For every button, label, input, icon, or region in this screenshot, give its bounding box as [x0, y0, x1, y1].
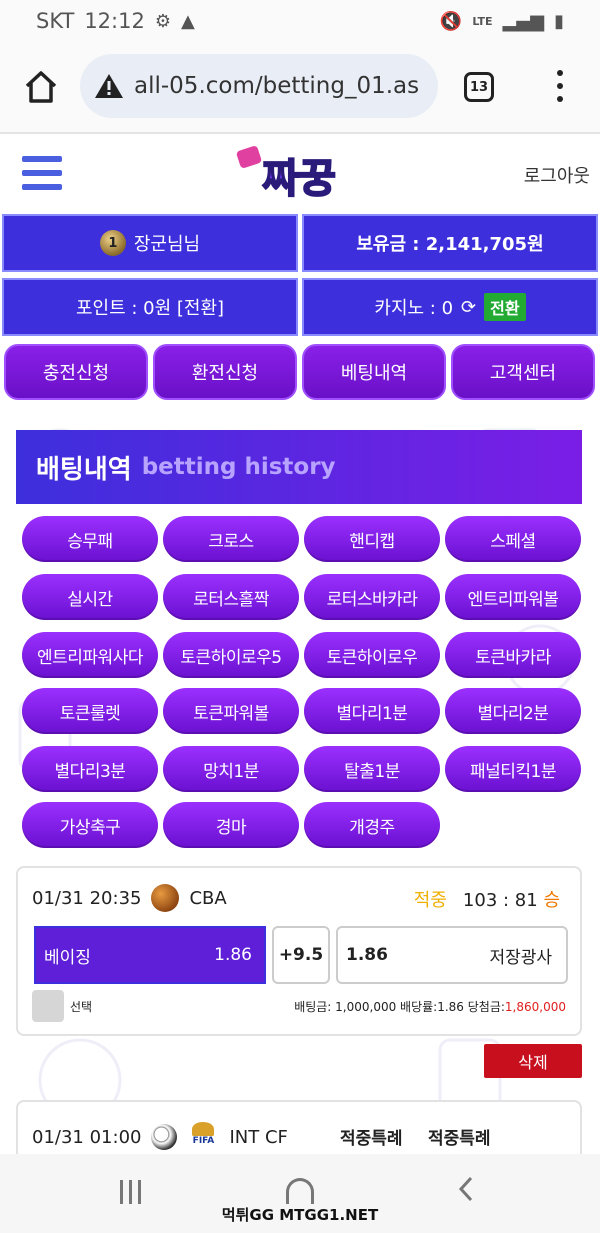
- game-tab-special[interactable]: 스페셜: [445, 516, 581, 562]
- mute-icon: 🔇: [439, 10, 463, 32]
- network-label: LTE: [472, 14, 493, 28]
- betting-history-banner: 배팅내역 betting history: [16, 430, 582, 504]
- recent-apps-icon[interactable]: [120, 1180, 141, 1204]
- casino-convert-button[interactable]: 전환: [484, 293, 526, 321]
- home-nav-icon[interactable]: [286, 1178, 314, 1204]
- bet-datetime: 01/31 20:35: [32, 887, 142, 909]
- bet-card: 01/31 20:35 CBA 적중 103 : 81 승 베이징 1.86 +…: [16, 866, 582, 1036]
- game-tab-lotus-oddeven[interactable]: 로터스홀짝: [163, 574, 299, 620]
- bet-league: INT CF: [229, 1126, 288, 1148]
- banner-subtitle: betting history: [141, 454, 336, 480]
- game-tab-escape-1min[interactable]: 탈출1분: [304, 746, 440, 792]
- game-tab-token-powerball[interactable]: 토큰파워볼: [163, 688, 299, 734]
- refresh-icon[interactable]: ⟳: [461, 297, 476, 318]
- bet-league: CBA: [189, 887, 227, 909]
- clock: 12:12: [84, 9, 145, 33]
- carrier-label: SKT: [36, 9, 75, 33]
- logout-link[interactable]: 로그아웃: [524, 162, 590, 188]
- bet-datetime: 01/31 01:00: [32, 1126, 142, 1148]
- result-hit-label: 적중: [413, 890, 447, 911]
- payout-amount: 1,860,000: [504, 1000, 566, 1014]
- balance-box: 보유금 : 2,141,705원: [302, 214, 598, 272]
- signal-icon: ▂▄▆: [502, 10, 545, 32]
- account-row-1: 1 장군님님 보유금 : 2,141,705원: [0, 214, 600, 272]
- game-tab-token-baccarat[interactable]: 토큰바카라: [445, 632, 581, 678]
- game-tab-handicap[interactable]: 핸디캡: [304, 516, 440, 562]
- site-header: 짜꿍 로그아웃: [0, 136, 600, 212]
- bet-header: 01/31 01:00 FIFA INT CF: [32, 1122, 288, 1152]
- game-tab-star-ladder-2min[interactable]: 별다리2분: [445, 688, 581, 734]
- game-tab-penalty-kick-1min[interactable]: 패널티킥1분: [445, 746, 581, 792]
- handicap-value[interactable]: +9.5: [272, 926, 330, 984]
- more-menu-icon[interactable]: [550, 66, 570, 106]
- level-badge: 1: [99, 230, 126, 256]
- betting-history-button[interactable]: 베팅내역: [302, 344, 446, 400]
- watermark-text: 먹튀GG MTGG1.NET: [221, 1206, 379, 1224]
- withdraw-request-button[interactable]: 환전신청: [153, 344, 297, 400]
- game-tab-hammer-1min[interactable]: 망치1분: [163, 746, 299, 792]
- battery-icon: ▮: [554, 10, 564, 32]
- user-box: 1 장군님님: [2, 214, 298, 272]
- game-tab-virtual-soccer[interactable]: 가상축구: [22, 802, 158, 848]
- gear-icon: ⚙: [154, 10, 171, 32]
- basketball-icon: [151, 884, 180, 912]
- final-score: 103 : 81 승: [462, 890, 560, 911]
- status-bar: SKT 12:12 ⚙ ▲ 🔇 LTE ▂▄▆ ▮: [0, 0, 600, 42]
- bet-summary: 배팅금: 1,000,000 배당률:1.86 당첨금:1,860,000: [294, 1000, 566, 1014]
- warning-icon: ▲: [180, 10, 195, 32]
- username: 장군님님: [133, 234, 201, 255]
- game-tab-token-hilo5[interactable]: 토큰하이로우5: [163, 632, 299, 678]
- game-tab-token-roulette[interactable]: 토큰룰렛: [22, 688, 158, 734]
- not-secure-icon[interactable]: [94, 73, 124, 99]
- outcome-label: 승: [543, 890, 560, 911]
- away-odds: 1.86: [346, 945, 388, 965]
- soccer-ball-icon: [151, 1124, 178, 1150]
- casino-text: 카지노 : 0: [374, 298, 454, 319]
- bet-header: 01/31 20:35 CBA: [32, 884, 227, 912]
- select-label: 선택: [70, 1000, 93, 1014]
- tab-switcher-button[interactable]: 13: [464, 72, 494, 102]
- deposit-request-button[interactable]: 충전신청: [4, 344, 148, 400]
- home-icon[interactable]: [24, 70, 58, 104]
- casino-box: 카지노 : 0 ⟳ 전환: [302, 278, 598, 336]
- game-tab-lotus-baccarat[interactable]: 로터스바카라: [304, 574, 440, 620]
- game-tab-horse-racing[interactable]: 경마: [163, 802, 299, 848]
- game-tab-cross[interactable]: 크로스: [163, 516, 299, 562]
- hamburger-menu-icon[interactable]: [22, 156, 62, 190]
- site-logo[interactable]: 짜꿍: [234, 140, 364, 210]
- game-tab-entry-powerball[interactable]: 엔트리파워볼: [445, 574, 581, 620]
- special-label: 적중특례: [340, 1129, 403, 1149]
- points-text[interactable]: 포인트 : 0원 [전환]: [76, 294, 224, 320]
- game-tab-dog-racing[interactable]: 개경주: [304, 802, 440, 848]
- select-checkbox[interactable]: [32, 990, 64, 1022]
- browser-toolbar: all-05.com/betting_01.as 13: [0, 42, 600, 134]
- url-text: all-05.com/betting_01.as: [134, 73, 420, 99]
- game-tab-star-ladder-3min[interactable]: 별다리3분: [22, 746, 158, 792]
- svg-text:짜꿍: 짜꿍: [262, 156, 336, 202]
- game-tab-live[interactable]: 실시간: [22, 574, 158, 620]
- home-selection[interactable]: 베이징 1.86: [34, 926, 266, 984]
- bet-result: 적중 103 : 81 승: [414, 886, 560, 912]
- points-box[interactable]: 포인트 : 0원 [전환]: [2, 278, 298, 336]
- home-odds: 1.86: [214, 945, 252, 965]
- banner-title: 배팅내역: [36, 454, 132, 485]
- game-tab-entry-power-ladder[interactable]: 엔트리파워사다: [22, 632, 158, 678]
- delete-button[interactable]: 삭제: [484, 1044, 582, 1078]
- away-selection[interactable]: 1.86 저장광사: [336, 926, 568, 984]
- game-tab-win-draw-lose[interactable]: 승무패: [22, 516, 158, 562]
- customer-center-button[interactable]: 고객센터: [451, 344, 595, 400]
- balance-text: 보유금 : 2,141,705원: [356, 234, 544, 255]
- special-label: 적중특례: [428, 1129, 491, 1149]
- url-bar[interactable]: all-05.com/betting_01.as: [80, 54, 438, 118]
- game-tab-token-hilo[interactable]: 토큰하이로우: [304, 632, 440, 678]
- account-row-2: 포인트 : 0원 [전환] 카지노 : 0 ⟳ 전환: [0, 278, 600, 336]
- fifa-icon: FIFA: [187, 1122, 219, 1152]
- game-tab-star-ladder-1min[interactable]: 별다리1분: [304, 688, 440, 734]
- home-team: 베이징: [44, 947, 91, 968]
- back-icon[interactable]: [458, 1176, 474, 1202]
- away-team: 저장광사: [489, 947, 552, 968]
